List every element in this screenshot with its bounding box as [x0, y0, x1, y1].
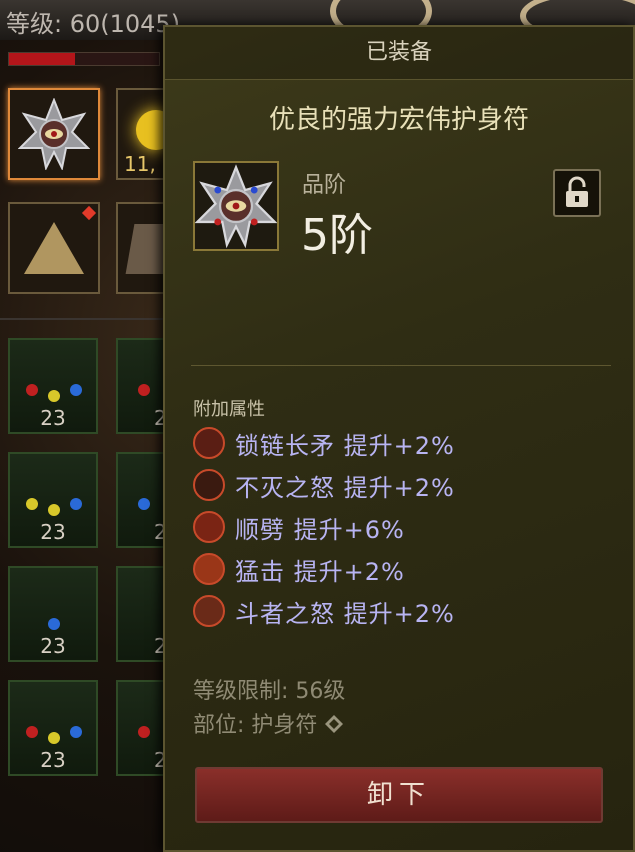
attribute-row: 斗者之怒 提升+2%	[193, 593, 455, 629]
red-gem-icon	[138, 726, 150, 738]
gem-slot[interactable]: 23	[8, 452, 98, 548]
blue-gem-icon	[70, 498, 82, 510]
item-tooltip-panel: 已装备 优良的强力宏伟护身符 品阶 5阶 附加属性 锁链长矛 提升+2% 不灭之…	[163, 25, 635, 852]
attributes-title: 附加属性	[193, 399, 265, 420]
slot-count: 23	[40, 520, 66, 544]
tier-value: 5阶	[301, 210, 373, 261]
new-item-marker	[81, 205, 97, 221]
equipped-header: 已装备	[165, 27, 633, 80]
attribute-text: 斗者之怒 提升+2%	[235, 599, 455, 628]
rune-icon	[24, 222, 84, 274]
red-gem-icon	[26, 726, 38, 738]
attribute-text: 锁链长矛 提升+2%	[235, 431, 455, 460]
attribute-text: 不灭之怒 提升+2%	[235, 473, 455, 502]
attribute-row: 不灭之怒 提升+2%	[193, 467, 455, 503]
blue-gem-icon	[138, 498, 150, 510]
battle-rage-skill-icon	[193, 595, 225, 627]
unequip-button[interactable]: 卸下	[195, 767, 603, 823]
amulet-icon	[194, 164, 278, 249]
lock-button[interactable]	[553, 169, 601, 217]
cleave-skill-icon	[193, 511, 225, 543]
yellow-gem-icon	[26, 498, 38, 510]
yellow-gem-icon	[48, 504, 60, 516]
blue-gem-icon	[70, 384, 82, 396]
health-bar-fill	[9, 53, 75, 65]
undying-rage-skill-icon	[193, 469, 225, 501]
attribute-text: 猛击 提升+2%	[235, 557, 405, 586]
slot-count: 11,	[124, 152, 156, 176]
red-gem-icon	[138, 384, 150, 396]
slot-type-row: 部位: 护身符	[193, 707, 344, 739]
health-bar	[8, 52, 160, 66]
item-name: 优良的强力宏伟护身符	[268, 105, 529, 135]
divider	[0, 318, 165, 320]
inventory-slot[interactable]	[8, 202, 100, 294]
bash-skill-icon	[193, 553, 225, 585]
lock-icon	[566, 176, 588, 207]
diamond-icon	[325, 715, 344, 733]
attribute-text: 顺劈 提升+6%	[235, 515, 405, 544]
attribute-row: 猛击 提升+2%	[193, 551, 405, 587]
gem-slot[interactable]: 23	[8, 338, 98, 434]
divider	[191, 365, 611, 366]
slot-count: 23	[40, 634, 66, 658]
slot-type: 部位: 护身符	[193, 713, 318, 738]
gem-slot[interactable]: 23	[8, 680, 98, 776]
yellow-gem-icon	[48, 390, 60, 402]
equipped-amulet-slot[interactable]	[8, 88, 100, 180]
chain-spear-skill-icon	[193, 427, 225, 459]
attribute-row: 顺劈 提升+6%	[193, 509, 405, 545]
yellow-gem-icon	[48, 732, 60, 744]
gem-slot[interactable]: 23	[8, 566, 98, 662]
amulet-icon	[18, 98, 90, 170]
blue-gem-icon	[70, 726, 82, 738]
attribute-row: 锁链长矛 提升+2%	[193, 425, 455, 461]
item-icon-frame	[193, 161, 279, 251]
player-level: 等级: 60(1045)	[6, 10, 181, 38]
slot-count: 23	[40, 748, 66, 772]
blue-gem-icon	[48, 618, 60, 630]
red-gem-icon	[26, 384, 38, 396]
level-requirement: 等级限制: 56级	[193, 679, 346, 704]
slot-count: 23	[40, 406, 66, 430]
tier-label: 品阶	[302, 173, 347, 198]
